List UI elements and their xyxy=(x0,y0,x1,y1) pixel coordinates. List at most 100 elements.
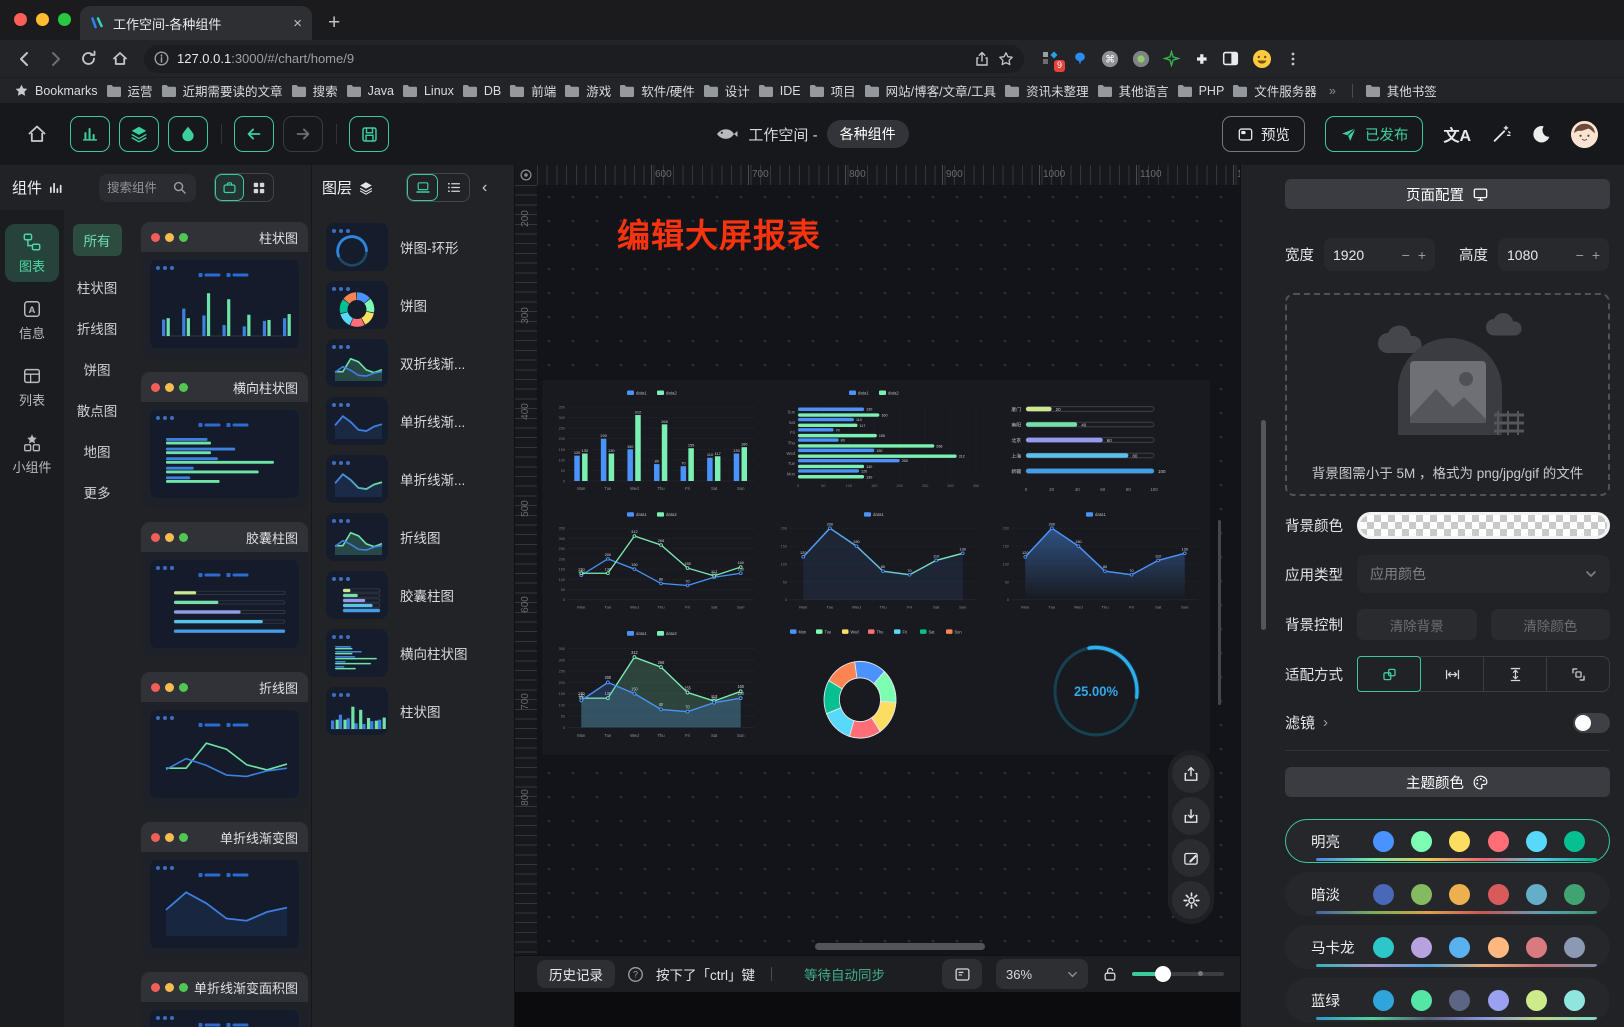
profile-emoji-icon[interactable] xyxy=(1252,49,1272,69)
background-upload-dropzone[interactable]: 背景图需小于 5M ，格式为 png/jpg/gif 的文件 xyxy=(1285,293,1610,496)
component-card[interactable]: 柱状图 xyxy=(141,222,308,358)
workspace-name-pill[interactable]: 各种组件 xyxy=(827,120,909,148)
fit-stretch-button[interactable] xyxy=(1546,656,1610,692)
extension-recorder-icon[interactable] xyxy=(1132,50,1150,68)
dashboard-chart[interactable]: data1050100150200MonTueWedThuFriSatSun12… xyxy=(764,505,986,623)
layer-item[interactable]: 单折线渐... xyxy=(324,454,506,504)
sidebar-tab-小组件[interactable]: 小组件 xyxy=(5,425,59,483)
width-stepper[interactable]: 1920 −+ xyxy=(1324,238,1435,271)
theme-row-蓝绿[interactable]: 蓝绿 xyxy=(1285,978,1610,1022)
page-config-header[interactable]: 页面配置 xyxy=(1285,179,1610,209)
bookmark-folder[interactable]: Linux xyxy=(402,84,454,98)
layer-item[interactable]: 饼图-环形 xyxy=(324,222,506,272)
layer-item[interactable]: 柱状图 xyxy=(324,686,506,736)
dashboard-preview[interactable]: data1data2050100150200250300350MonTueWed… xyxy=(542,380,1210,755)
dark-mode-moon-icon[interactable] xyxy=(1531,124,1551,144)
save-button[interactable] xyxy=(349,116,389,152)
bookmark-folder[interactable]: 搜索 xyxy=(291,81,338,100)
dashboard-chart[interactable]: MonTueWedThuFriSatSun xyxy=(764,623,986,753)
clear-color-button[interactable]: 清除颜色 xyxy=(1491,609,1611,640)
category-更多[interactable]: 更多 xyxy=(84,482,111,502)
bookmark-folder[interactable]: 网站/博客/文章/工具 xyxy=(864,81,996,100)
dashboard-chart[interactable]: data1data2050100150200250300350MonTueWed… xyxy=(542,623,764,753)
bookmark-folder[interactable]: 文件服务器 xyxy=(1232,81,1317,100)
detail-toggle-button[interactable] xyxy=(168,116,208,152)
maximize-window-icon[interactable] xyxy=(58,13,71,26)
reload-button[interactable] xyxy=(74,45,102,73)
share-icon[interactable] xyxy=(974,51,990,67)
browser-menu-icon[interactable] xyxy=(1285,51,1301,67)
box-view-button[interactable] xyxy=(215,174,244,201)
ruler-origin-icon[interactable] xyxy=(515,165,537,185)
theme-color-header[interactable]: 主题颜色 xyxy=(1285,767,1610,797)
bookmarks-manager[interactable]: Bookmarks xyxy=(14,83,98,98)
component-card[interactable]: 单折线渐变面积图 xyxy=(141,972,308,1027)
app-type-select[interactable]: 应用颜色 xyxy=(1357,555,1610,593)
download-button[interactable] xyxy=(1172,797,1210,835)
dashboard-chart[interactable]: 25.00% xyxy=(986,623,1208,753)
layer-item[interactable]: 双折线渐... xyxy=(324,338,506,388)
bookmark-folder[interactable]: DB xyxy=(462,84,501,98)
settings-gear-icon[interactable] xyxy=(1172,881,1210,919)
bookmark-folder[interactable]: 资讯未整理 xyxy=(1004,81,1089,100)
fit-width-button[interactable] xyxy=(1420,656,1484,692)
bookmark-folder[interactable]: 前端 xyxy=(509,81,556,100)
zoom-select[interactable]: 36% xyxy=(996,959,1088,989)
bookmark-folder[interactable]: 设计 xyxy=(703,81,750,100)
horizontal-scrollbar[interactable] xyxy=(815,943,985,950)
bookmark-folder[interactable]: 运营 xyxy=(106,81,153,100)
height-plus-button[interactable]: + xyxy=(1592,247,1600,263)
category-柱状图[interactable]: 柱状图 xyxy=(77,277,118,297)
bg-color-swatch[interactable] xyxy=(1357,512,1610,539)
width-plus-button[interactable]: + xyxy=(1418,247,1426,263)
back-button[interactable] xyxy=(10,45,38,73)
translate-icon[interactable]: 文A xyxy=(1443,122,1471,146)
minimize-window-icon[interactable] xyxy=(36,13,49,26)
list-view-button[interactable] xyxy=(438,174,469,201)
bookmark-folder[interactable]: IDE xyxy=(758,84,801,98)
component-search[interactable] xyxy=(99,174,196,202)
site-info-icon[interactable] xyxy=(154,51,169,66)
undo-button[interactable] xyxy=(234,116,274,152)
extension-star-icon[interactable] xyxy=(1163,50,1180,67)
search-input[interactable] xyxy=(107,181,169,195)
preview-button[interactable]: 预览 xyxy=(1222,116,1305,152)
bookmark-folder[interactable]: PHP xyxy=(1177,84,1225,98)
bookmark-folder[interactable]: 近期需要读的文章 xyxy=(161,81,283,100)
bookmark-folder[interactable]: 游戏 xyxy=(564,81,611,100)
bookmark-star-icon[interactable] xyxy=(998,51,1014,67)
sidebar-panel-icon[interactable] xyxy=(1222,50,1239,67)
filter-toggle[interactable] xyxy=(1573,713,1610,733)
component-card[interactable]: 横向柱状图 xyxy=(141,372,308,508)
category-折线图[interactable]: 折线图 xyxy=(77,318,118,338)
components-toggle-button[interactable] xyxy=(70,116,110,152)
height-stepper[interactable]: 1080 −+ xyxy=(1498,238,1609,271)
lock-icon[interactable] xyxy=(1102,966,1118,982)
theme-row-马卡龙[interactable]: 马卡龙 xyxy=(1285,925,1610,969)
collapse-panel-icon[interactable]: ‹ xyxy=(482,179,487,197)
category-所有[interactable]: 所有 xyxy=(73,224,122,256)
window-controls[interactable] xyxy=(14,13,71,26)
edit-button[interactable] xyxy=(1172,839,1210,877)
theme-row-暗淡[interactable]: 暗淡 xyxy=(1285,872,1610,916)
theme-row-明亮[interactable]: 明亮 xyxy=(1285,819,1610,863)
bookmark-folder[interactable]: 软件/硬件 xyxy=(619,81,694,100)
component-card[interactable]: 单折线渐变图 xyxy=(141,822,308,958)
new-tab-button[interactable]: + xyxy=(328,11,340,35)
browser-tab[interactable]: 工作空间-各种组件 × xyxy=(80,6,312,40)
app-home-icon[interactable] xyxy=(26,123,48,145)
component-card[interactable]: 折线图 xyxy=(141,672,308,808)
home-button[interactable] xyxy=(106,45,134,73)
layer-item[interactable]: 单折线渐... xyxy=(324,396,506,446)
sidebar-tab-信息[interactable]: A信息 xyxy=(5,291,59,349)
slider-knob[interactable] xyxy=(1155,966,1171,982)
config-scrollbar[interactable] xyxy=(1261,420,1266,630)
dashboard-title-text[interactable]: 编辑大屏报表 xyxy=(617,209,821,257)
editor-canvas[interactable]: 6007008009001000110012001300 20030040050… xyxy=(515,165,1240,1027)
width-minus-button[interactable]: − xyxy=(1402,247,1410,263)
help-icon[interactable]: ? xyxy=(627,966,644,983)
grid-view-button[interactable] xyxy=(244,174,273,201)
layer-item[interactable]: 胶囊柱图 xyxy=(324,570,506,620)
extensions-puzzle-icon[interactable] xyxy=(1193,51,1209,67)
vertical-scrollbar[interactable] xyxy=(1218,520,1221,705)
